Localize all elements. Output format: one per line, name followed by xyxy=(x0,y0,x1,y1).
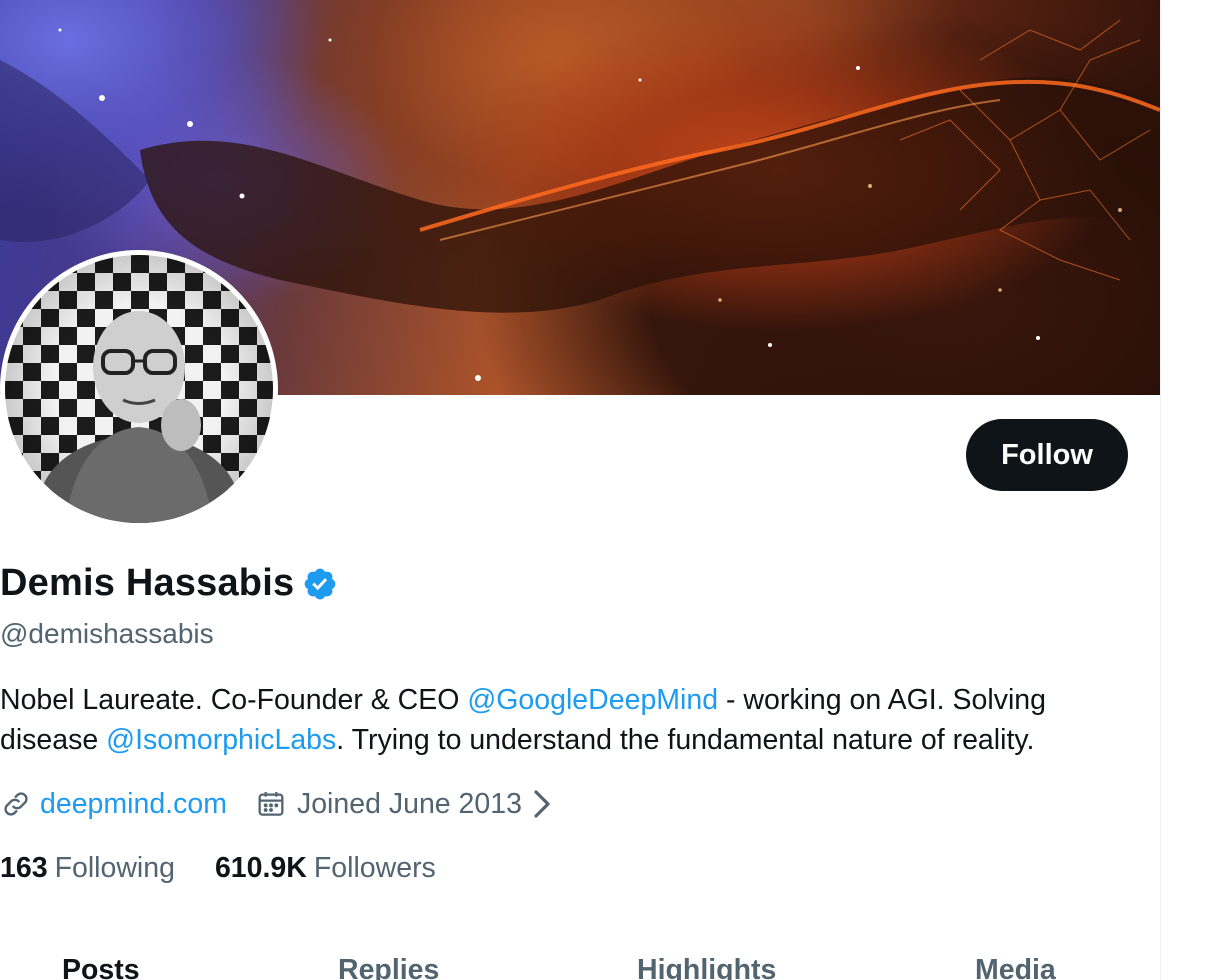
profile-bio: Nobel Laureate. Co-Founder & CEO @Google… xyxy=(0,680,1150,760)
profile-handle: @demishassabis xyxy=(0,618,214,649)
joined-date[interactable]: Joined June 2013 xyxy=(255,788,552,821)
link-icon xyxy=(0,788,32,820)
website-link[interactable]: deepmind.com xyxy=(40,788,227,821)
profile-page: Follow Demis Hassabis @demishassabis Nob… xyxy=(0,0,1224,980)
mention-link-isomorphiclabs[interactable]: @IsomorphicLabs xyxy=(106,724,336,756)
tab-replies[interactable]: Replies xyxy=(338,954,439,980)
calendar-icon xyxy=(255,788,287,820)
profile-tabs: Posts Replies Highlights Media xyxy=(0,950,1160,980)
following-count: 163 xyxy=(0,851,48,884)
display-name: Demis Hassabis xyxy=(0,562,295,604)
tab-posts[interactable]: Posts xyxy=(62,954,140,980)
following-stat[interactable]: 163 Following xyxy=(0,852,175,885)
avatar-image xyxy=(5,255,273,523)
tab-highlights[interactable]: Highlights xyxy=(637,954,776,980)
profile-meta-row: deepmind.com Joined June 2013 xyxy=(0,784,552,824)
avatar-portrait xyxy=(39,311,239,523)
joined-label: Joined June 2013 xyxy=(296,787,522,820)
mention-link-googledeepmind[interactable]: @GoogleDeepMind xyxy=(467,684,718,716)
followers-count: 610.9K xyxy=(214,851,307,884)
tab-media[interactable]: Media xyxy=(975,954,1056,980)
chevron-right-icon xyxy=(532,788,552,820)
following-label: Following xyxy=(54,851,175,884)
profile-name-row: Demis Hassabis xyxy=(0,562,338,605)
follow-button[interactable]: Follow xyxy=(966,419,1128,491)
follow-stats: 163 Following 610.9K Followers xyxy=(0,848,436,888)
avatar[interactable] xyxy=(0,250,278,528)
followers-label: Followers xyxy=(313,851,436,884)
bio-text: Nobel Laureate. Co-Founder & CEO xyxy=(0,684,468,716)
bio-text: . Trying to understand the fundamental n… xyxy=(336,724,1035,756)
column-divider xyxy=(1160,0,1161,980)
verified-badge-icon[interactable] xyxy=(302,566,338,602)
followers-stat[interactable]: 610.9K Followers xyxy=(215,852,436,885)
